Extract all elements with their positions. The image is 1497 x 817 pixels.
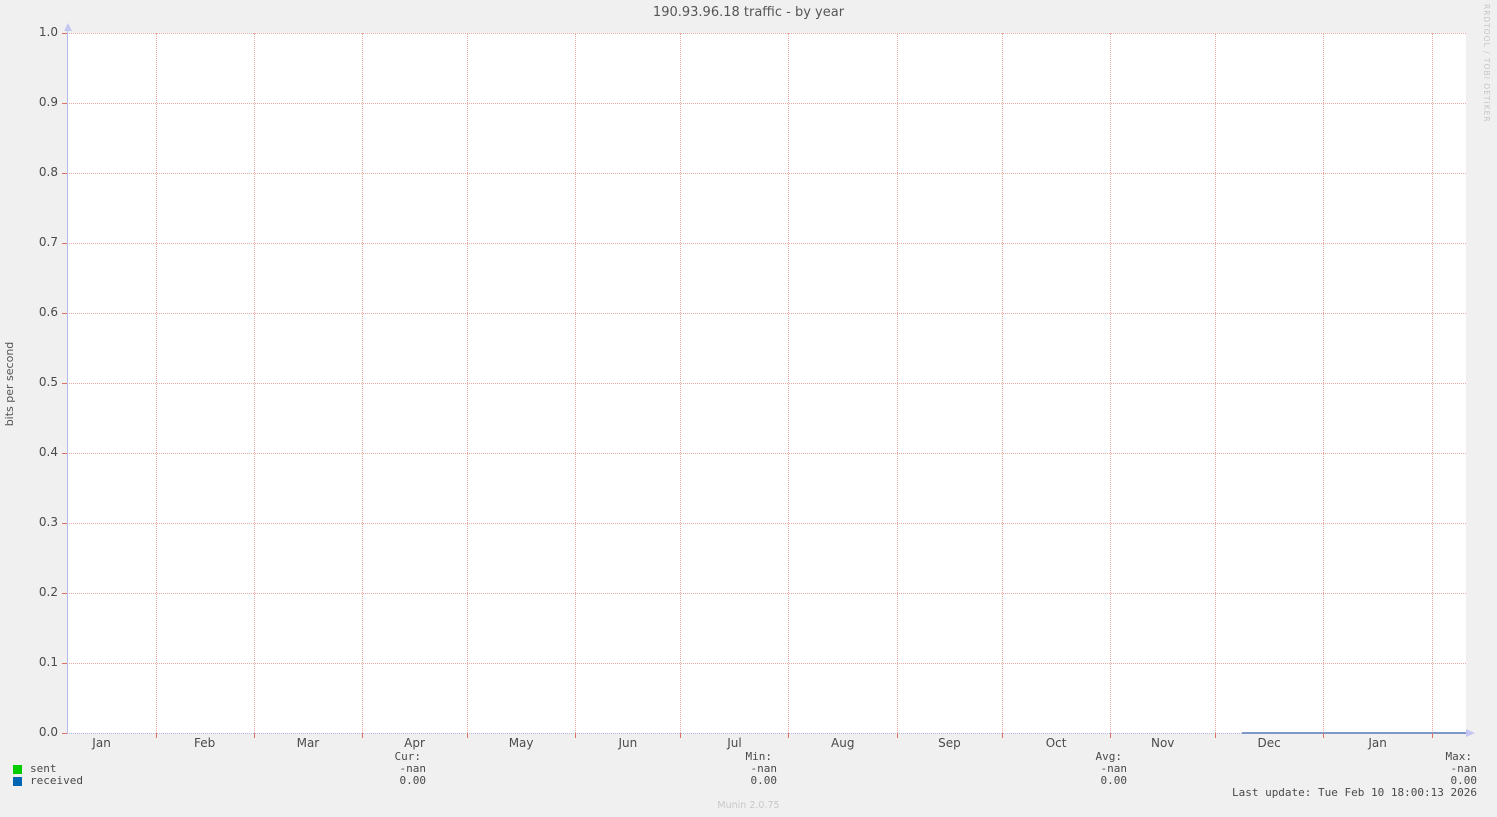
y-tick-label: 0.6 bbox=[38, 305, 58, 319]
x-tick-label: Nov bbox=[1150, 736, 1175, 750]
gridline-h bbox=[67, 663, 1466, 664]
x-tick-mark bbox=[788, 733, 790, 738]
y-tick-mark bbox=[62, 383, 67, 384]
y-tick-mark bbox=[62, 173, 67, 174]
gridline-h bbox=[67, 523, 1466, 524]
y-tick-mark bbox=[62, 593, 67, 594]
rrdtool-watermark: RRDTOOL / TOBI OETIKER bbox=[1482, 4, 1491, 123]
x-tick-label: Aug bbox=[831, 736, 855, 750]
y-axis-line bbox=[67, 30, 68, 733]
stats-column-cur: Cur: -nan 0.00 bbox=[306, 751, 427, 787]
x-tick-label: Jul bbox=[727, 736, 742, 750]
gridline-v bbox=[896, 33, 898, 733]
x-tick-label: Apr bbox=[404, 736, 425, 750]
gridline-h bbox=[67, 243, 1466, 244]
graph: 190.93.96.18 traffic - by year RRDTOOL /… bbox=[0, 0, 1497, 817]
x-tick-label: May bbox=[508, 736, 534, 750]
y-tick-label: 0.1 bbox=[38, 655, 58, 669]
chart-title: 190.93.96.18 traffic - by year bbox=[652, 5, 845, 20]
gridline-v bbox=[155, 33, 157, 733]
x-tick-label: Jun bbox=[618, 736, 638, 750]
munin-version-text: Munin 2.0.75 bbox=[717, 800, 780, 811]
y-tick-mark bbox=[62, 313, 67, 314]
y-tick-label: 0.0 bbox=[38, 725, 58, 739]
gridline-h bbox=[67, 593, 1466, 594]
gridline-v bbox=[362, 33, 364, 733]
legend-swatch-sent bbox=[13, 765, 22, 774]
stats-avg-received: 0.00 bbox=[1100, 774, 1128, 787]
legend-swatch-received bbox=[13, 777, 22, 786]
x-tick-mark bbox=[575, 733, 577, 738]
x-tick-mark bbox=[362, 733, 364, 738]
gridline-v bbox=[575, 33, 577, 733]
gridline-v bbox=[1215, 33, 1217, 733]
x-tick-mark bbox=[253, 733, 255, 738]
y-tick-mark bbox=[62, 33, 67, 34]
plot-area bbox=[67, 33, 1466, 734]
gridline-h bbox=[67, 103, 1466, 104]
gridline-h bbox=[67, 33, 1466, 34]
x-tick-label: Feb bbox=[194, 736, 216, 750]
last-update-text: Last update: Tue Feb 10 18:00:13 2026 bbox=[1231, 786, 1477, 799]
x-tick-mark bbox=[1001, 733, 1003, 738]
gridline-v bbox=[680, 33, 682, 733]
x-tick-mark bbox=[466, 733, 468, 738]
y-tick-label: 0.5 bbox=[38, 375, 58, 389]
gridline-v bbox=[1323, 33, 1325, 733]
y-tick-label: 0.3 bbox=[38, 515, 58, 529]
stats-column-max: Max: -nan 0.00 bbox=[1357, 751, 1478, 787]
x-tick-mark bbox=[1431, 733, 1433, 738]
gridline-v bbox=[466, 33, 468, 733]
y-tick-mark bbox=[62, 663, 67, 664]
legend-label-received: received bbox=[30, 774, 83, 787]
stats-cur-received: 0.00 bbox=[399, 774, 427, 787]
gridline-v bbox=[1431, 33, 1433, 733]
gridline-v bbox=[788, 33, 790, 733]
stats-column-min: Min: -nan 0.00 bbox=[657, 751, 778, 787]
x-tick-mark bbox=[1323, 733, 1325, 738]
x-tick-label: Sep bbox=[938, 736, 961, 750]
y-tick-label: 0.7 bbox=[38, 235, 58, 249]
gridline-h bbox=[67, 313, 1466, 314]
gridline-h bbox=[67, 383, 1466, 384]
gridline-h bbox=[67, 453, 1466, 454]
x-tick-mark bbox=[1110, 733, 1112, 738]
x-axis-arrow-icon bbox=[1466, 729, 1475, 737]
y-tick-label: 0.9 bbox=[38, 95, 58, 109]
x-tick-label: Jan bbox=[92, 736, 111, 750]
y-tick-label: 0.4 bbox=[38, 445, 58, 459]
y-tick-label: 1.0 bbox=[38, 25, 58, 39]
stats-column-avg: Avg: -nan 0.00 bbox=[1007, 751, 1128, 787]
y-tick-mark bbox=[62, 523, 67, 524]
gridline-v bbox=[253, 33, 255, 733]
y-tick-mark bbox=[62, 103, 67, 104]
x-tick-mark bbox=[896, 733, 898, 738]
y-axis-arrow-icon bbox=[64, 23, 72, 31]
stats-min-received: 0.00 bbox=[750, 774, 778, 787]
x-tick-label: Mar bbox=[296, 736, 320, 750]
gridline-v bbox=[1001, 33, 1003, 733]
x-tick-label: Jan bbox=[1368, 736, 1387, 750]
x-tick-label: Oct bbox=[1045, 736, 1067, 750]
y-tick-mark bbox=[62, 733, 67, 734]
y-tick-label: 0.2 bbox=[38, 585, 58, 599]
x-tick-mark bbox=[155, 733, 157, 738]
y-tick-mark bbox=[62, 243, 67, 244]
x-tick-mark bbox=[680, 733, 682, 738]
x-tick-label: Dec bbox=[1257, 736, 1281, 750]
x-tick-mark bbox=[1215, 733, 1217, 738]
y-tick-mark bbox=[62, 453, 67, 454]
gridline-v bbox=[1110, 33, 1112, 733]
gridline-h bbox=[67, 173, 1466, 174]
y-tick-label: 0.8 bbox=[38, 165, 58, 179]
